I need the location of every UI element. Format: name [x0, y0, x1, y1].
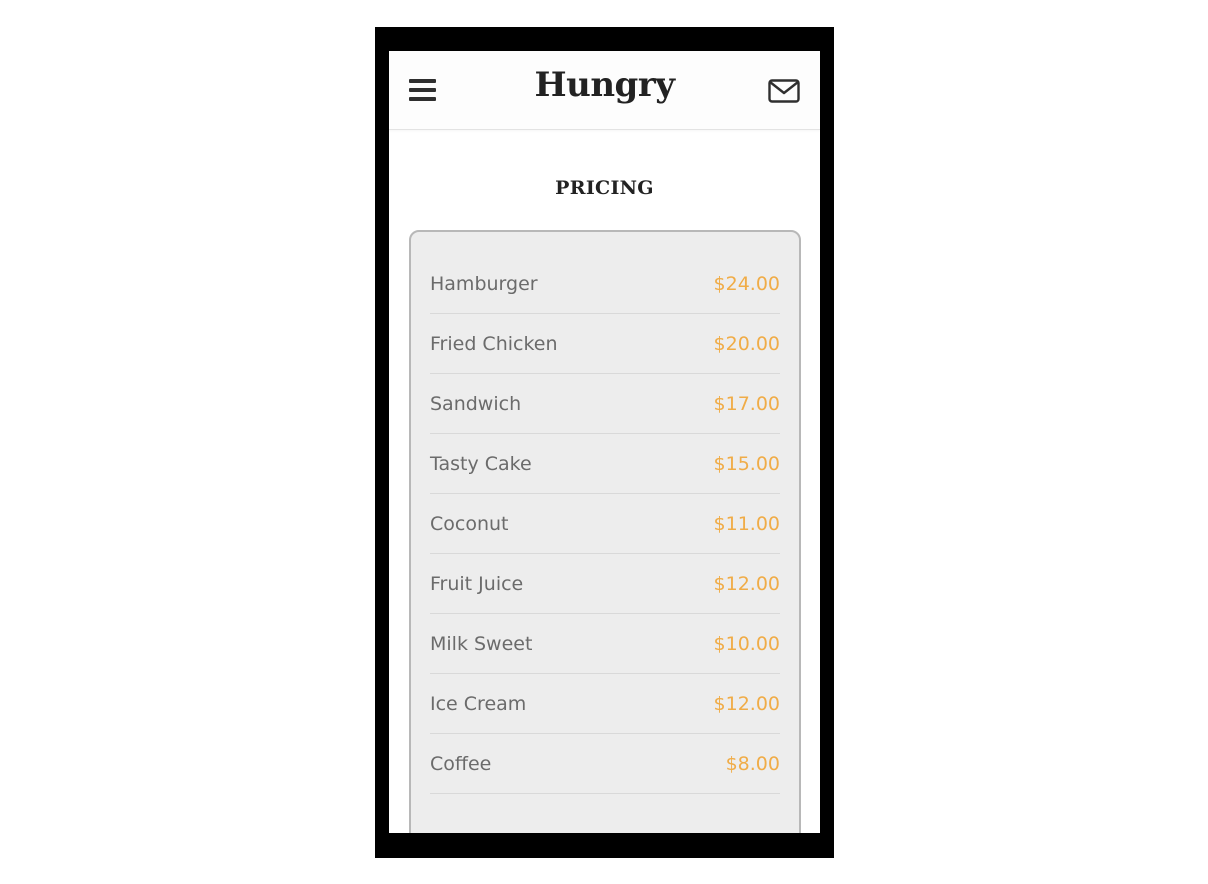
item-price: $20.00	[713, 333, 780, 355]
item-price: $24.00	[713, 273, 780, 295]
brand-logo[interactable]: Hungry	[534, 65, 675, 105]
menu-bar	[409, 79, 436, 83]
price-row: Fried Chicken $20.00	[430, 314, 780, 374]
envelope-icon[interactable]	[768, 79, 800, 103]
price-list: Hamburger $24.00 Fried Chicken $20.00 Sa…	[430, 254, 780, 794]
price-row: Coffee $8.00	[430, 734, 780, 794]
item-name: Coffee	[430, 753, 492, 775]
item-name: Hamburger	[430, 273, 538, 295]
price-row: Sandwich $17.00	[430, 374, 780, 434]
price-row: Coconut $11.00	[430, 494, 780, 554]
app-screen: Hungry PRICING Hamburger $24.00 Fried Ch…	[389, 51, 820, 833]
item-name: Tasty Cake	[430, 453, 532, 475]
item-name: Sandwich	[430, 393, 522, 415]
item-price: $12.00	[713, 573, 780, 595]
item-name: Milk Sweet	[430, 633, 533, 655]
item-price: $17.00	[713, 393, 780, 415]
item-name: Ice Cream	[430, 693, 527, 715]
item-name: Fruit Juice	[430, 573, 524, 595]
price-row: Milk Sweet $10.00	[430, 614, 780, 674]
item-price: $15.00	[713, 453, 780, 475]
price-row: Hamburger $24.00	[430, 254, 780, 314]
item-price: $10.00	[713, 633, 780, 655]
item-price: $11.00	[713, 513, 780, 535]
item-name: Coconut	[430, 513, 509, 535]
hamburger-menu-icon[interactable]	[409, 78, 437, 102]
section-title: PRICING	[555, 177, 654, 199]
menu-bar	[409, 97, 436, 101]
app-header: Hungry	[389, 51, 820, 130]
price-row: Tasty Cake $15.00	[430, 434, 780, 494]
price-row: Ice Cream $12.00	[430, 674, 780, 734]
device-frame: Hungry PRICING Hamburger $24.00 Fried Ch…	[375, 27, 834, 858]
envelope-icon-graphic	[768, 79, 800, 103]
pricing-card: Hamburger $24.00 Fried Chicken $20.00 Sa…	[409, 230, 801, 833]
brand-logo-container: Hungry	[389, 65, 820, 105]
menu-bar	[409, 88, 436, 92]
item-price: $8.00	[725, 753, 780, 775]
item-name: Fried Chicken	[430, 333, 558, 355]
item-price: $12.00	[713, 693, 780, 715]
price-row: Fruit Juice $12.00	[430, 554, 780, 614]
